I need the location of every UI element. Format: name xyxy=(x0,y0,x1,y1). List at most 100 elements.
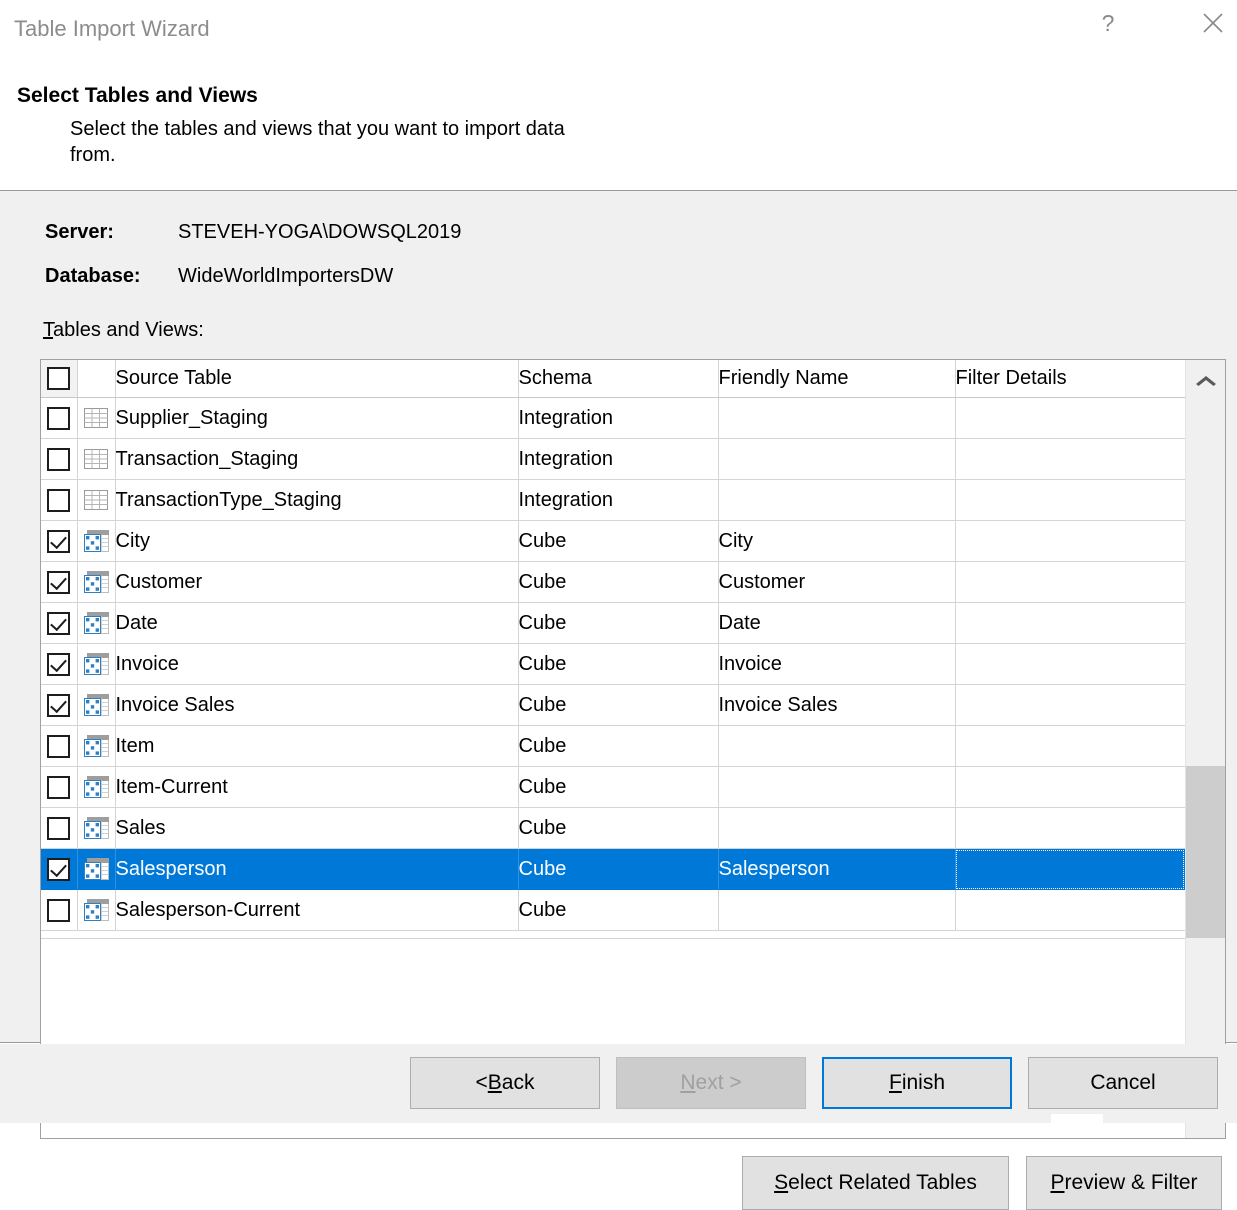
table-row[interactable]: Salesperson-Current Cube xyxy=(41,889,1186,931)
row-checkbox[interactable] xyxy=(47,406,71,430)
table-row[interactable]: Date Cube Date xyxy=(41,602,1186,644)
cell-schema[interactable]: Cube xyxy=(518,766,719,808)
cell-friendly-name[interactable] xyxy=(718,807,956,849)
row-checkbox[interactable] xyxy=(47,529,71,553)
row-checkbox-cell[interactable] xyxy=(41,397,78,439)
cell-source-table[interactable]: Sales xyxy=(115,807,519,849)
cell-schema[interactable]: Cube xyxy=(518,520,719,562)
row-checkbox[interactable] xyxy=(47,693,71,717)
cell-source-table[interactable]: Supplier_Staging xyxy=(115,397,519,439)
cell-schema[interactable]: Cube xyxy=(518,684,719,726)
row-checkbox-cell[interactable] xyxy=(41,561,78,603)
cell-friendly-name[interactable] xyxy=(718,889,956,931)
table-row[interactable]: Item-Current Cube xyxy=(41,766,1186,808)
cell-filter-details[interactable] xyxy=(955,725,1186,767)
cell-source-table[interactable]: Salesperson-Current xyxy=(115,889,519,931)
cell-friendly-name[interactable] xyxy=(718,438,956,480)
cell-filter-details[interactable] xyxy=(955,807,1186,849)
cell-schema[interactable]: Integration xyxy=(518,397,719,439)
row-checkbox-cell[interactable] xyxy=(41,684,78,726)
cell-source-table[interactable]: Item-Current xyxy=(115,766,519,808)
cell-schema[interactable]: Cube xyxy=(518,848,719,890)
table-row[interactable]: Item Cube xyxy=(41,725,1186,767)
cell-friendly-name[interactable]: Salesperson xyxy=(718,848,956,890)
row-checkbox[interactable] xyxy=(47,652,71,676)
cell-friendly-name[interactable]: Customer xyxy=(718,561,956,603)
row-checkbox[interactable] xyxy=(47,898,71,922)
row-checkbox[interactable] xyxy=(47,447,71,471)
row-checkbox-cell[interactable] xyxy=(41,889,78,931)
cell-filter-details[interactable] xyxy=(955,889,1186,931)
cell-friendly-name[interactable] xyxy=(718,479,956,521)
table-row[interactable]: TransactionType_Staging Integration xyxy=(41,479,1186,521)
row-checkbox-cell[interactable] xyxy=(41,602,78,644)
list-vertical-scrollbar[interactable] xyxy=(1185,360,1225,1138)
cell-source-table[interactable]: Invoice xyxy=(115,643,519,685)
finish-button[interactable]: Finish xyxy=(822,1057,1012,1109)
cell-schema[interactable]: Cube xyxy=(518,807,719,849)
cell-source-table[interactable]: Date xyxy=(115,602,519,644)
cell-filter-details[interactable] xyxy=(955,848,1186,890)
select-all-checkbox-cell[interactable] xyxy=(41,360,78,398)
preview-and-filter-button[interactable]: Preview & Filter xyxy=(1026,1156,1222,1210)
cell-friendly-name[interactable]: Invoice Sales xyxy=(718,684,956,726)
row-checkbox[interactable] xyxy=(47,570,71,594)
row-checkbox-cell[interactable] xyxy=(41,766,78,808)
cell-friendly-name[interactable] xyxy=(718,397,956,439)
cell-filter-details[interactable] xyxy=(955,643,1186,685)
cell-source-table[interactable]: TransactionType_Staging xyxy=(115,479,519,521)
tables-and-views-list[interactable]: Source Table Schema Friendly Name Filter… xyxy=(40,359,1226,1139)
cell-schema[interactable]: Integration xyxy=(518,438,719,480)
column-header-filter-details[interactable]: Filter Details xyxy=(955,360,1186,398)
row-checkbox[interactable] xyxy=(47,734,71,758)
cell-schema[interactable]: Cube xyxy=(518,602,719,644)
row-checkbox[interactable] xyxy=(47,816,71,840)
cell-source-table[interactable]: Salesperson xyxy=(115,848,519,890)
cell-filter-details[interactable] xyxy=(955,479,1186,521)
column-header-schema[interactable]: Schema xyxy=(518,360,719,398)
close-icon[interactable] xyxy=(1190,0,1236,46)
row-checkbox-cell[interactable] xyxy=(41,520,78,562)
cell-source-table[interactable]: Item xyxy=(115,725,519,767)
cell-friendly-name[interactable] xyxy=(718,725,956,767)
row-checkbox-cell[interactable] xyxy=(41,438,78,480)
cell-filter-details[interactable] xyxy=(955,438,1186,480)
cell-friendly-name[interactable]: Invoice xyxy=(718,643,956,685)
table-row[interactable]: Invoice Cube Invoice xyxy=(41,643,1186,685)
cell-schema[interactable]: Cube xyxy=(518,643,719,685)
cell-schema[interactable]: Cube xyxy=(518,725,719,767)
table-row[interactable]: Customer Cube Customer xyxy=(41,561,1186,603)
cell-source-table[interactable]: City xyxy=(115,520,519,562)
cancel-button[interactable]: Cancel xyxy=(1028,1057,1218,1109)
cell-source-table[interactable]: Invoice Sales xyxy=(115,684,519,726)
select-all-checkbox[interactable] xyxy=(47,367,71,390)
cell-filter-details[interactable] xyxy=(955,397,1186,439)
cell-schema[interactable]: Cube xyxy=(518,889,719,931)
help-icon[interactable]: ? xyxy=(1085,0,1131,46)
table-row[interactable]: City Cube City xyxy=(41,520,1186,562)
cell-filter-details[interactable] xyxy=(955,684,1186,726)
cell-filter-details[interactable] xyxy=(955,520,1186,562)
cell-friendly-name[interactable]: Date xyxy=(718,602,956,644)
row-checkbox-cell[interactable] xyxy=(41,848,78,890)
select-related-tables-button[interactable]: Select Related Tables xyxy=(742,1156,1009,1210)
cell-filter-details[interactable] xyxy=(955,766,1186,808)
table-row[interactable]: Supplier_Staging Integration xyxy=(41,397,1186,439)
back-button[interactable]: < Back xyxy=(410,1057,600,1109)
row-checkbox-cell[interactable] xyxy=(41,725,78,767)
chevron-up-icon[interactable] xyxy=(1186,360,1225,400)
cell-source-table[interactable]: Transaction_Staging xyxy=(115,438,519,480)
cell-friendly-name[interactable]: City xyxy=(718,520,956,562)
cell-filter-details[interactable] xyxy=(955,602,1186,644)
cell-friendly-name[interactable] xyxy=(718,766,956,808)
cell-filter-details[interactable] xyxy=(955,561,1186,603)
row-checkbox[interactable] xyxy=(47,488,71,512)
table-row[interactable]: Sales Cube xyxy=(41,807,1186,849)
cell-schema[interactable]: Integration xyxy=(518,479,719,521)
row-checkbox-cell[interactable] xyxy=(41,807,78,849)
table-row[interactable]: Salesperson Cube Salesperson xyxy=(41,848,1186,890)
cell-schema[interactable]: Cube xyxy=(518,561,719,603)
table-row[interactable]: Transaction_Staging Integration xyxy=(41,438,1186,480)
table-row[interactable]: Invoice Sales Cube Invoice Sales xyxy=(41,684,1186,726)
column-header-source-table[interactable]: Source Table xyxy=(115,360,519,398)
